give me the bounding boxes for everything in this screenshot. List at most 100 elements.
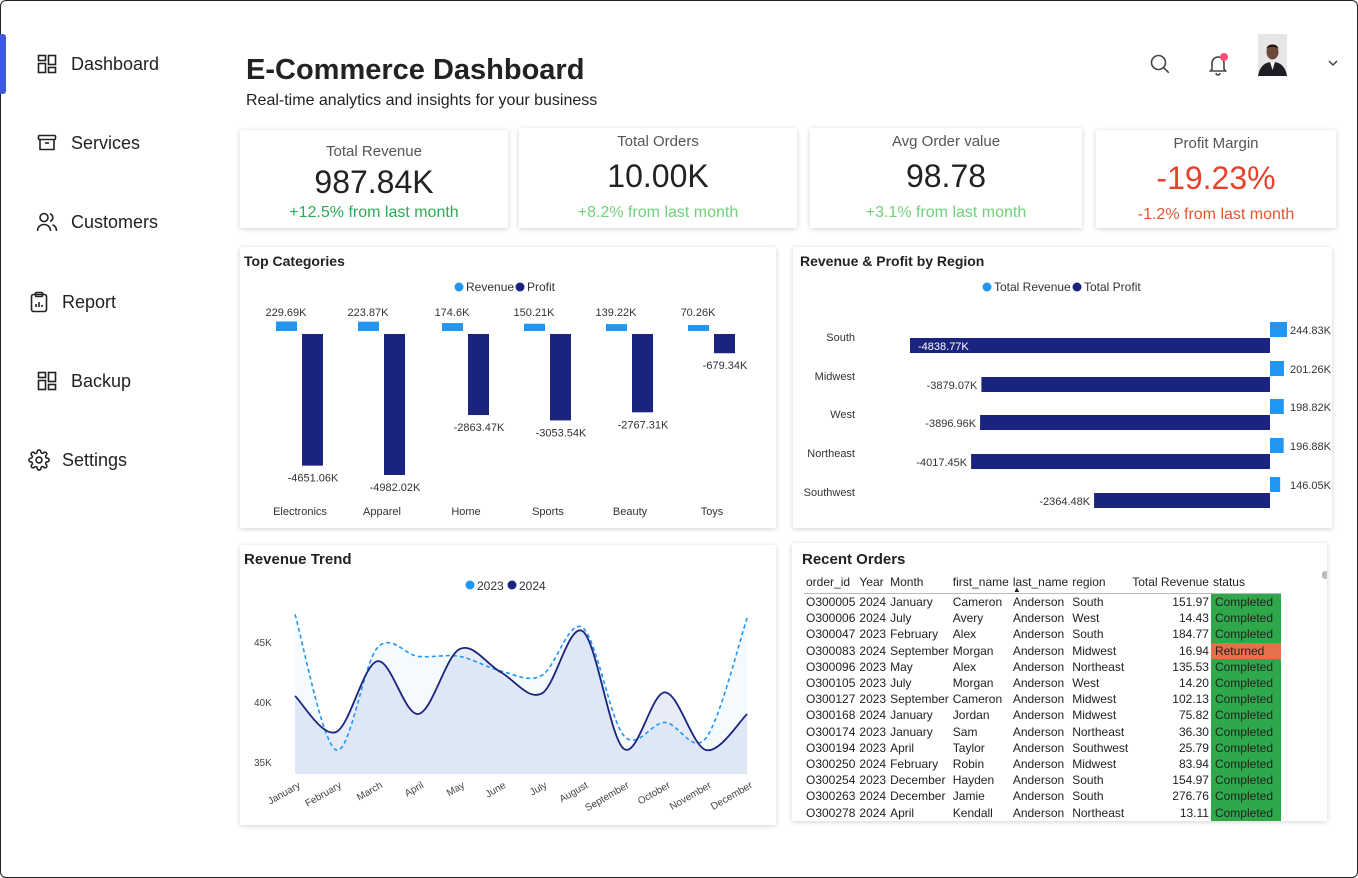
region-cell: Midwest xyxy=(1072,708,1117,723)
kpi-card-total-revenue: Total Revenue 987.84K +12.5% from last m… xyxy=(240,130,508,228)
x-tick-label: July xyxy=(528,780,549,798)
y-tick-label: 40K xyxy=(254,698,272,709)
last-name-cell: Anderson xyxy=(1012,708,1065,723)
year-cell: 2024 xyxy=(859,708,887,723)
year-cell: 2024 xyxy=(859,756,887,771)
last-name-cell: Anderson xyxy=(1012,724,1065,739)
sidebar-item-customers[interactable]: Customers xyxy=(0,192,220,252)
users-icon xyxy=(36,211,58,233)
top-categories-panel: Top Categories Revenue Profit 229.69K -46… xyxy=(240,247,776,528)
column-header-status[interactable]: status xyxy=(1211,571,1281,594)
year-cell: 2024 xyxy=(859,805,887,820)
table-row[interactable]: O300105 2023 July Morgan Anderson West 14.20 Co… xyxy=(804,674,1281,692)
chevron-down-icon[interactable] xyxy=(1326,56,1340,70)
last-name-cell: Anderson xyxy=(1012,740,1065,755)
kpi-change: +12.5% from last month xyxy=(289,204,459,221)
table-row[interactable]: O300127 2023 September Cameron Anderson Midwe… xyxy=(804,691,1281,708)
profit-data-label: -679.34K xyxy=(703,360,748,372)
year-cell: 2024 xyxy=(859,643,887,658)
avatar[interactable] xyxy=(1258,34,1287,76)
total-revenue-data-label: 196.88K xyxy=(1290,441,1332,453)
table-scrollbar-thumb[interactable] xyxy=(1322,571,1327,579)
sidebar-item-settings[interactable]: Settings xyxy=(0,430,220,490)
sidebar-item-report[interactable]: Report xyxy=(0,272,220,332)
kpi-change: -1.2% from last month xyxy=(1137,206,1295,223)
table-row[interactable]: O300250 2024 February Robin Anderson Midwest 8… xyxy=(804,755,1281,773)
order-id-cell: O300174 xyxy=(806,724,856,739)
column-header-last-name[interactable]: last_name ▲ xyxy=(1011,571,1070,594)
region-cell: South xyxy=(1072,627,1104,642)
x-tick-label: September xyxy=(583,780,631,814)
order-id-cell: O300250 xyxy=(806,756,856,771)
region-cell: Midwest xyxy=(1072,643,1117,658)
recent-orders-panel: Recent Orders order_id Year Month first_… xyxy=(792,543,1327,821)
table-row[interactable]: O300278 2024 April Kendall Anderson Northeast… xyxy=(804,804,1281,821)
sidebar-item-label: Customers xyxy=(71,211,159,232)
revenue-trend-chart: 2023 2024 35K 40K 45K January February March A… xyxy=(254,579,755,814)
region-cell: Northeast xyxy=(1072,659,1125,674)
first-name-cell: Morgan xyxy=(952,676,994,691)
first-name-cell: Kendall xyxy=(952,805,993,820)
order-id-cell: O300263 xyxy=(806,789,856,804)
status-cell: Completed xyxy=(1210,788,1281,805)
profit-bar xyxy=(714,334,735,354)
total-revenue-cell: 276.76 xyxy=(1172,789,1209,804)
table-row[interactable]: O300083 2024 September Morgan Anderson Midwes… xyxy=(804,642,1281,659)
profit-bar xyxy=(632,334,653,413)
revenue-data-label: 150.21K xyxy=(514,307,556,319)
region-cell: Northeast xyxy=(1072,724,1125,739)
clipboard-report-icon xyxy=(28,291,50,313)
column-header-first-name[interactable]: first_name xyxy=(951,571,1011,594)
table-row[interactable]: O300168 2024 January Jordan Anderson Midwest 7… xyxy=(804,707,1281,724)
total-profit-data-label: -4017.45K xyxy=(916,457,967,469)
column-header-year[interactable]: Year xyxy=(857,571,888,594)
sidebar-item-dashboard[interactable]: Dashboard xyxy=(0,34,220,94)
sidebar-item-services[interactable]: Services xyxy=(0,113,220,173)
revenue-data-label: 70.26K xyxy=(681,307,717,319)
region-tick-label: Southwest xyxy=(804,487,855,499)
table-row[interactable]: O300263 2024 December Jamie Anderson South 276… xyxy=(804,788,1281,805)
column-header-order-id[interactable]: order_id xyxy=(804,571,857,594)
search-icon[interactable] xyxy=(1148,52,1172,76)
year-cell: 2023 xyxy=(859,659,887,674)
table-row[interactable]: O300194 2023 April Taylor Anderson Southwest 2… xyxy=(804,739,1281,756)
revenue-bar xyxy=(606,324,627,331)
y-tick-label: 35K xyxy=(254,758,272,769)
table-row[interactable]: O300006 2024 July Avery Anderson West 14.43 Com… xyxy=(804,610,1281,627)
page-title: E-Commerce Dashboard xyxy=(246,54,585,86)
kpi-label: Total Revenue xyxy=(326,143,422,160)
total-revenue-bar xyxy=(1270,322,1287,337)
category-tick-label: Toys xyxy=(701,506,724,518)
category-tick-label: Apparel xyxy=(363,506,401,518)
profit-data-label: -2767.31K xyxy=(618,419,669,431)
bell-icon[interactable] xyxy=(1205,51,1231,77)
order-id-cell: O300006 xyxy=(806,611,856,626)
table-row[interactable]: O300047 2023 February Alex Anderson South 184.… xyxy=(804,626,1281,643)
month-cell: February xyxy=(890,627,939,642)
month-cell: September xyxy=(890,643,949,658)
table-row[interactable]: O300254 2023 December Hayden Anderson South 15… xyxy=(804,772,1281,789)
column-header-region[interactable]: region xyxy=(1070,571,1130,594)
table-row[interactable]: O300005 2024 January Cameron Anderson South 15… xyxy=(804,593,1281,611)
order-id-cell: O300168 xyxy=(806,708,856,723)
last-name-cell: Anderson xyxy=(1012,773,1065,788)
revenue-data-label: 174.6K xyxy=(435,307,471,319)
first-name-cell: Jordan xyxy=(952,708,990,723)
total-revenue-data-label: 244.83K xyxy=(1290,325,1332,337)
profit-data-label: -4651.06K xyxy=(288,473,339,485)
table-row[interactable]: O300096 2023 May Alex Anderson Northeast 135.5… xyxy=(804,658,1281,675)
legend-label-total-profit: Total Profit xyxy=(1084,280,1141,294)
profit-data-label: -4982.02K xyxy=(370,482,421,494)
total-revenue-data-label: 198.82K xyxy=(1290,402,1332,414)
month-cell: December xyxy=(890,789,946,804)
profit-bar xyxy=(550,334,571,421)
sort-asc-icon: ▲ xyxy=(1012,585,1021,594)
status-cell: Completed xyxy=(1210,691,1281,708)
sidebar-item-backup[interactable]: Backup xyxy=(0,351,220,411)
column-header-total-revenue[interactable]: Total Revenue xyxy=(1130,571,1211,594)
total-revenue-cell: 25.79 xyxy=(1178,740,1209,755)
page-subtitle: Real-time analytics and insights for you… xyxy=(246,92,598,109)
column-header-month[interactable]: Month xyxy=(888,571,951,594)
total-profit-bar xyxy=(1094,493,1270,508)
table-row[interactable]: O300174 2023 January Sam Anderson Northeast 36… xyxy=(804,723,1281,740)
